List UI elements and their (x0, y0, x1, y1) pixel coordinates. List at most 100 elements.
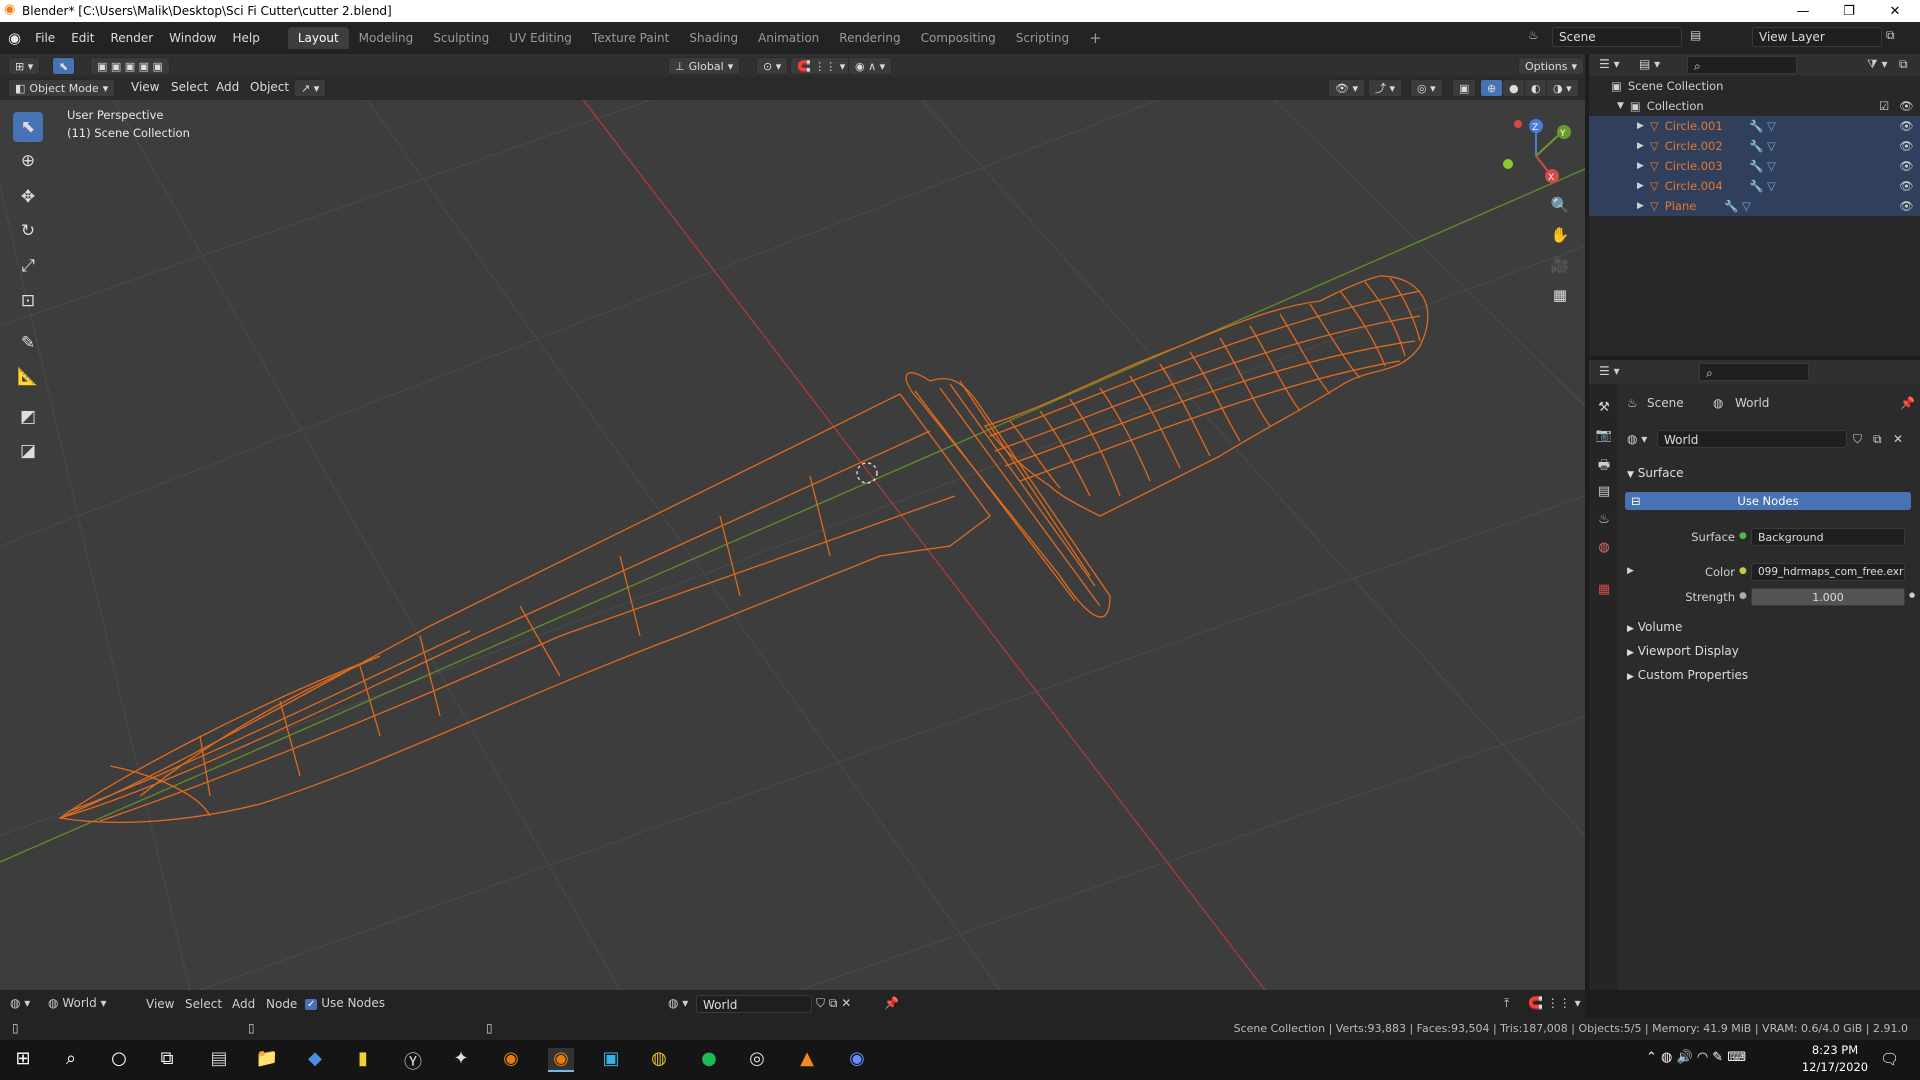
eye-icon[interactable]: 👁 (1899, 99, 1914, 113)
outliner-row-circle-004[interactable]: ▶ ▽ Circle.004 🔧 ▽ 👁 (1589, 176, 1920, 196)
tab-rendering[interactable]: Rendering (829, 27, 910, 49)
viewport-menu-object[interactable]: Object (250, 80, 289, 94)
scene-field[interactable]: Scene (1552, 27, 1682, 47)
search-icon[interactable]: ⌕ (58, 1048, 84, 1072)
pan-hand-icon[interactable]: ✋ (1548, 226, 1572, 250)
3d-viewport[interactable]: ◧ Object Mode ▾ View Select Add Object ↗ … (0, 76, 1585, 990)
gizmo-neg-x-icon[interactable] (1514, 120, 1522, 128)
viewport-menu-select[interactable]: Select (171, 80, 208, 94)
notification-icon[interactable]: 🗨 (1880, 1050, 1899, 1068)
visibility-icon[interactable]: 👁 ▾ (1328, 79, 1365, 97)
node-menu-node[interactable]: Node (266, 997, 297, 1011)
render-tab-icon[interactable]: 📷 (1595, 428, 1613, 446)
world-browse-icon[interactable]: ◍ ▾ (1627, 432, 1647, 446)
add-plane-tool-icon[interactable]: ◪ (13, 436, 43, 466)
navigation-gizmo[interactable]: Z Y X (1500, 116, 1580, 196)
scene-tab-icon[interactable]: ♨ (1595, 512, 1613, 530)
annotate-tool-icon[interactable]: ✎ (13, 328, 43, 358)
tab-animation[interactable]: Animation (748, 27, 829, 49)
overlays-icon[interactable]: ◎ ▾ (1410, 79, 1443, 97)
color-expand-icon[interactable]: ▶ (1627, 566, 1634, 576)
editor-type-button[interactable]: ⊞ ▾ (8, 57, 41, 75)
rendered-shading-icon[interactable]: ◑ ▾ (1546, 79, 1579, 97)
transform-tool-icon[interactable]: ⊡ (13, 286, 43, 316)
outliner-row-circle-002[interactable]: ▶ ▽ Circle.002 🔧 ▽ 👁 (1589, 136, 1920, 156)
viewport-menu-add[interactable]: Add (216, 80, 239, 94)
menu-file[interactable]: File (27, 31, 63, 45)
material-shading-icon[interactable]: ◐ (1524, 79, 1548, 97)
object-mode-dropdown[interactable]: ◧ Object Mode ▾ (8, 79, 116, 97)
eye-icon[interactable]: 👁 (1899, 159, 1914, 173)
tab-shading[interactable]: Shading (679, 27, 748, 49)
view-layer-field[interactable]: View Layer (1752, 27, 1882, 47)
eye-icon[interactable]: 👁 (1899, 119, 1914, 133)
select-box-tool-icon[interactable]: ⬉ (13, 112, 43, 142)
viewport-canvas[interactable] (0, 76, 1585, 990)
editor-type-icon[interactable]: ◍ ▾ (10, 996, 30, 1010)
pivot-icon[interactable]: ⊙ ▾ (756, 57, 789, 75)
menu-window[interactable]: Window (161, 31, 224, 45)
expand-arrow-icon[interactable]: ▶ (1637, 141, 1644, 151)
pin-icon[interactable]: 📌 (1900, 396, 1915, 410)
close-icon[interactable]: ✕ (1872, 0, 1918, 22)
modifier-wrench-icon[interactable]: 🔧 ▽ (1749, 159, 1776, 173)
menu-render[interactable]: Render (102, 31, 161, 45)
display-mode-icon[interactable]: ▤ ▾ (1639, 57, 1660, 71)
shader-type-dropdown[interactable]: ◍ World ▾ (48, 996, 107, 1010)
duplicate-icon[interactable]: ⧉ (1873, 432, 1882, 447)
gizmo-icon[interactable]: ⤴ ▾ (1368, 79, 1403, 97)
outliner-row-circle-001[interactable]: ▶ ▽ Circle.001 🔧 ▽ 👁 (1589, 116, 1920, 136)
tab-sculpting[interactable]: Sculpting (423, 27, 499, 49)
chrome-icon[interactable]: ◍ (646, 1048, 672, 1072)
clock-time[interactable]: 8:23 PM (1800, 1043, 1870, 1057)
outliner-editor-icon[interactable]: ☰ ▾ (1599, 57, 1620, 71)
spotify-icon[interactable]: ● (696, 1048, 722, 1072)
tab-uv-editing[interactable]: UV Editing (499, 27, 582, 49)
snap-icon[interactable]: 🧲 ⋮⋮ ▾ (1528, 996, 1581, 1010)
move-tool-icon[interactable]: ✥ (13, 182, 43, 212)
output-tab-icon[interactable]: 🖶 (1595, 456, 1613, 474)
task-view-icon[interactable]: ⧉ (154, 1048, 180, 1072)
file-explorer-icon[interactable]: 📁 (254, 1048, 280, 1072)
strength-value-field[interactable]: 1.000 (1751, 588, 1905, 606)
knife-wireframe[interactable] (57, 275, 1429, 824)
tab-compositing[interactable]: Compositing (911, 27, 1006, 49)
viewport-menu-view[interactable]: View (131, 80, 159, 94)
ortho-grid-icon[interactable]: ▦ (1548, 286, 1572, 310)
outliner-row-scene-collection[interactable]: ▣ Scene Collection (1589, 76, 1920, 96)
tab-layout[interactable]: Layout (287, 27, 349, 49)
expand-arrow-icon[interactable]: ▶ (1637, 201, 1644, 211)
vlc-icon[interactable]: ▲ (794, 1048, 820, 1072)
cursor-tool-icon[interactable]: ⊕ (13, 146, 43, 176)
gpencil-icon[interactable]: ↗ ▾ (294, 79, 327, 97)
collection-checkbox-icon[interactable]: ☑ (1879, 99, 1889, 113)
add-cube-tool-icon[interactable]: ◩ (13, 402, 43, 432)
node-menu-select[interactable]: Select (185, 997, 222, 1011)
menu-edit[interactable]: Edit (63, 31, 102, 45)
app-ring-icon[interactable]: ◎ (744, 1048, 770, 1072)
cortana-icon[interactable]: ○ (106, 1048, 132, 1072)
outliner-row-plane[interactable]: ▶ ▽ Plane 🔧 ▽ 👁 (1589, 196, 1920, 216)
modifier-wrench-icon[interactable]: 🔧 ▽ (1749, 119, 1776, 133)
properties-search-input[interactable]: ⌕ (1699, 363, 1809, 381)
outliner-row-collection[interactable]: ▼ ▣ Collection ☑ 👁 (1589, 96, 1920, 116)
xray-icon[interactable]: ▣ (1452, 79, 1477, 97)
explorer-app-icon[interactable]: ▤ (206, 1048, 232, 1072)
menu-help[interactable]: Help (225, 31, 268, 45)
volume-section-header[interactable]: ▶ Volume (1627, 620, 1682, 634)
gizmo-neg-y-icon[interactable] (1503, 159, 1513, 169)
scale-tool-icon[interactable]: ⤢ (13, 251, 43, 281)
node-menu-view[interactable]: View (146, 997, 174, 1011)
expand-arrow-icon[interactable]: ▶ (1637, 161, 1644, 171)
keyframe-dot-icon[interactable]: ● (1909, 591, 1915, 599)
view-layer-tab-icon[interactable]: ▤ (1595, 484, 1613, 502)
tab-scripting[interactable]: Scripting (1006, 27, 1079, 49)
blender-menu-icon[interactable]: ◉ (8, 29, 21, 47)
color-texture-field[interactable]: 099_hdrmaps_com_free.exr (1751, 563, 1905, 581)
blender-app-icon[interactable]: ◉ (498, 1048, 524, 1072)
world-browse-icon[interactable]: ◍ ▾ (668, 996, 688, 1010)
wireframe-shading-icon[interactable]: ⊕ (1480, 79, 1504, 97)
system-tray-icons[interactable]: ⌃ ◍ 🔊 ◠ ✎ ⌨ (1646, 1050, 1746, 1065)
expand-arrow-icon[interactable]: ▶ (1637, 121, 1644, 131)
viewport-display-section-header[interactable]: ▶ Viewport Display (1627, 644, 1739, 658)
